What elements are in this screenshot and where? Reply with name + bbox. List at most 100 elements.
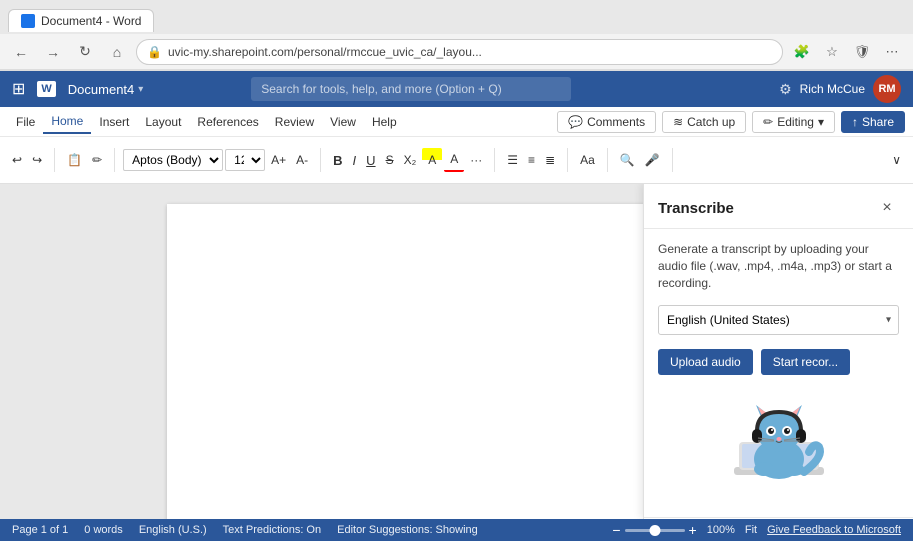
word-logo: W [37,81,55,97]
titlebar-right: ⚙ Rich McCue RM [779,75,901,103]
transcribe-description: Generate a transcript by uploading your … [658,241,899,291]
find-group: 🔍 🎤 [616,148,673,172]
zoom-in-button[interactable]: + [689,522,697,538]
back-button[interactable]: ← [8,39,34,65]
zoom-out-button[interactable]: − [612,522,620,538]
transcribe-action-buttons: Upload audio Start recor... [658,349,899,375]
comments-button[interactable]: 💬 Comments [557,111,656,133]
browser-tab[interactable]: Document4 - Word [8,9,154,32]
language-status: English (U.S.) [139,524,207,536]
fit-label[interactable]: Fit [745,524,757,536]
text-predictions-status: Text Predictions: On [223,524,321,536]
font-color-button[interactable]: A [444,148,464,172]
font-size-selector[interactable]: 12 [225,149,265,171]
underline-button[interactable]: U [362,148,379,172]
menu-file[interactable]: File [8,111,43,133]
editor-suggestions-status: Editor Suggestions: Showing [337,524,478,536]
styles-button[interactable]: Aa [576,148,599,172]
ribbon-menu: File Home Insert Layout References Revie… [0,107,913,137]
strikethrough-button[interactable]: S [382,148,398,172]
browser-toolbar: ← → ↻ ⌂ 🔒 uvic-my.sharepoint.com/persona… [0,34,913,70]
transcribe-body: Generate a transcript by uploading your … [644,229,913,387]
doc-title-text: Document4 [68,82,134,97]
refresh-button[interactable]: ↻ [72,39,98,65]
dictate-button[interactable]: 🎤 [641,148,664,172]
editing-label: Editing [777,115,814,129]
undo-button[interactable]: ↩ [8,148,26,172]
more-formatting-button[interactable]: ··· [466,148,486,172]
catchup-label: Catch up [687,115,735,129]
italic-button[interactable]: I [349,148,361,172]
font-size-decrease-button[interactable]: A- [292,148,312,172]
word-ribbon: File Home Insert Layout References Revie… [0,107,913,184]
comments-icon: 💬 [568,115,583,129]
clipboard-group: 📋 ✏ [63,148,115,172]
browser-toolbar-icons: 🧩 ☆ 🛡 ⋯ [789,39,905,65]
highlight-button[interactable]: A [422,148,442,172]
font-size-increase-button[interactable]: A+ [267,148,290,172]
find-button[interactable]: 🔍 [616,148,639,172]
page-info: Page 1 of 1 [12,524,68,536]
menu-help[interactable]: Help [364,111,405,133]
extensions-icon[interactable]: 🧩 [789,39,815,65]
ribbon-actions: 💬 Comments ≋ Catch up ✏ Editing ▾ ↑ Shar… [557,111,905,133]
browser-tabs: Document4 - Word [0,0,913,34]
paste-button[interactable]: 📋 [63,148,86,172]
transcribe-language-selector: English (United States) English (Canada)… [658,305,899,335]
forward-button[interactable]: → [40,39,66,65]
word-search-input[interactable] [251,77,571,101]
catchup-button[interactable]: ≋ Catch up [662,111,746,133]
start-recording-button[interactable]: Start recor... [761,349,850,375]
status-bar: Page 1 of 1 0 words English (U.S.) Text … [0,519,913,541]
word-count: 0 words [84,524,123,536]
font-family-selector[interactable]: Aptos (Body) [123,149,223,171]
bullets-button[interactable]: ☰ [503,148,522,172]
menu-insert[interactable]: Insert [91,111,137,133]
zoom-level: 100% [707,524,735,536]
numbering-button[interactable]: ≡ [524,148,539,172]
transcribe-panel: Transcribe × Generate a transcript by up… [643,184,913,519]
address-bar[interactable]: 🔒 uvic-my.sharepoint.com/personal/rmccue… [136,39,783,65]
paragraph-group: ☰ ≡ ≣ [503,148,568,172]
share-button[interactable]: ↑ Share [841,111,905,133]
menu-home[interactable]: Home [43,110,91,134]
home-button[interactable]: ⌂ [104,39,130,65]
favorites-icon[interactable]: ☆ [819,39,845,65]
menu-view[interactable]: View [322,111,364,133]
transcribe-illustration [644,387,913,517]
settings-icon[interactable]: ⚙ [779,81,792,98]
shield-icon[interactable]: 🛡 [849,39,875,65]
feedback-label[interactable]: Give Feedback to Microsoft [767,524,901,536]
user-name: Rich McCue [800,82,865,96]
waffle-icon[interactable]: ⊞ [12,79,25,99]
alignment-button[interactable]: ≣ [541,148,559,172]
address-text: uvic-my.sharepoint.com/personal/rmccue_u… [168,45,482,59]
zoom-thumb [649,525,660,536]
user-avatar[interactable]: RM [873,75,901,103]
language-select[interactable]: English (United States) English (Canada)… [658,305,899,335]
document-area: Transcribe × Generate a transcript by up… [0,184,913,519]
comments-label: Comments [587,115,645,129]
menu-review[interactable]: Review [267,111,322,133]
transcribe-close-button[interactable]: × [875,196,899,220]
bold-button[interactable]: B [329,148,346,172]
catchup-icon: ≋ [673,115,683,129]
redo-button[interactable]: ↪ [28,148,46,172]
editing-button[interactable]: ✏ Editing ▾ [752,111,835,133]
subscript-button[interactable]: X₂ [400,148,421,172]
upload-audio-button[interactable]: Upload audio [658,349,753,375]
zoom-slider[interactable] [625,529,685,532]
styles-group: Aa [576,148,608,172]
format-painter-button[interactable]: ✏ [88,148,106,172]
menu-references[interactable]: References [189,111,266,133]
lock-icon: 🔒 [147,45,162,59]
more-ribbon-button[interactable]: ∨ [888,148,905,172]
status-right: − + 100% Fit Give Feedback to Microsoft [612,522,901,538]
browser-chrome: Document4 - Word ← → ↻ ⌂ 🔒 uvic-my.share… [0,0,913,71]
doc-title-chevron[interactable]: ▾ [138,84,143,95]
ribbon-tools: ↩ ↪ 📋 ✏ Aptos (Body) 12 A+ A- B I U [0,137,913,183]
menu-layout[interactable]: Layout [137,111,189,133]
menu-icon[interactable]: ⋯ [879,39,905,65]
editing-chevron: ▾ [818,115,824,129]
doc-title: Document4 ▾ [68,82,144,97]
